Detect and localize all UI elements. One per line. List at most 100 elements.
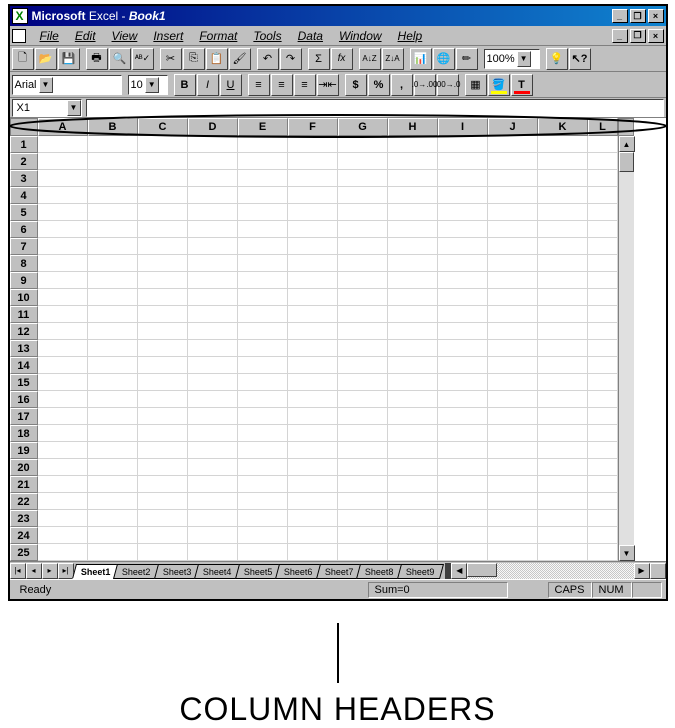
sheet-tab-sheet7[interactable]: Sheet7 [316,564,363,579]
cell-G6[interactable] [338,221,388,238]
cell-J20[interactable] [488,459,538,476]
cell-L17[interactable] [588,408,618,425]
scroll-down-button[interactable]: ▼ [619,545,635,561]
cell-B20[interactable] [88,459,138,476]
formula-bar[interactable] [86,99,664,117]
cell-G12[interactable] [338,323,388,340]
font-size-combo[interactable]: 10 ▼ [128,75,168,95]
cell-J9[interactable] [488,272,538,289]
cell-E8[interactable] [238,255,288,272]
row-header-19[interactable]: 19 [10,442,38,459]
preview-icon[interactable]: 🔍 [109,48,131,70]
cell-A15[interactable] [38,374,88,391]
chevron-down-icon[interactable]: ▼ [67,100,81,116]
cell-H2[interactable] [388,153,438,170]
cell-I13[interactable] [438,340,488,357]
cell-J12[interactable] [488,323,538,340]
cell-L23[interactable] [588,510,618,527]
cell-B12[interactable] [88,323,138,340]
tab-next-button[interactable]: ▸ [42,563,58,579]
cell-K4[interactable] [538,187,588,204]
sheet-tab-sheet3[interactable]: Sheet3 [154,564,201,579]
cell-B25[interactable] [88,544,138,561]
cell-D22[interactable] [188,493,238,510]
cell-I8[interactable] [438,255,488,272]
cell-A23[interactable] [38,510,88,527]
cell-grid[interactable] [38,136,618,561]
cell-I24[interactable] [438,527,488,544]
cell-I2[interactable] [438,153,488,170]
cell-B24[interactable] [88,527,138,544]
cell-C25[interactable] [138,544,188,561]
align-right-button[interactable]: ≡ [294,74,316,96]
cell-D2[interactable] [188,153,238,170]
cell-I7[interactable] [438,238,488,255]
cell-F23[interactable] [288,510,338,527]
cell-I14[interactable] [438,357,488,374]
cell-J17[interactable] [488,408,538,425]
cell-L3[interactable] [588,170,618,187]
cell-L16[interactable] [588,391,618,408]
row-header-7[interactable]: 7 [10,238,38,255]
spelling-icon[interactable]: ᴬᴮ✓ [132,48,154,70]
cell-H7[interactable] [388,238,438,255]
cell-E4[interactable] [238,187,288,204]
row-header-14[interactable]: 14 [10,357,38,374]
cell-H16[interactable] [388,391,438,408]
cell-C14[interactable] [138,357,188,374]
cell-I10[interactable] [438,289,488,306]
cell-I15[interactable] [438,374,488,391]
cell-I6[interactable] [438,221,488,238]
cell-L5[interactable] [588,204,618,221]
row-header-24[interactable]: 24 [10,527,38,544]
tab-last-button[interactable]: ▸| [58,563,74,579]
cell-C1[interactable] [138,136,188,153]
minimize-button[interactable]: _ [612,9,628,23]
cell-L6[interactable] [588,221,618,238]
cell-J2[interactable] [488,153,538,170]
row-header-12[interactable]: 12 [10,323,38,340]
cell-H19[interactable] [388,442,438,459]
cell-B1[interactable] [88,136,138,153]
cell-K22[interactable] [538,493,588,510]
row-header-4[interactable]: 4 [10,187,38,204]
cell-L12[interactable] [588,323,618,340]
cell-G8[interactable] [338,255,388,272]
cell-F15[interactable] [288,374,338,391]
cell-B18[interactable] [88,425,138,442]
cell-K1[interactable] [538,136,588,153]
tab-first-button[interactable]: |◂ [10,563,26,579]
cell-G9[interactable] [338,272,388,289]
bold-button[interactable]: B [174,74,196,96]
cell-E16[interactable] [238,391,288,408]
cell-G2[interactable] [338,153,388,170]
cell-D24[interactable] [188,527,238,544]
cell-C21[interactable] [138,476,188,493]
cell-J5[interactable] [488,204,538,221]
cell-A5[interactable] [38,204,88,221]
cell-H23[interactable] [388,510,438,527]
cell-H22[interactable] [388,493,438,510]
cell-E6[interactable] [238,221,288,238]
menu-edit[interactable]: Edit [67,27,104,45]
cell-C16[interactable] [138,391,188,408]
cell-G11[interactable] [338,306,388,323]
row-header-15[interactable]: 15 [10,374,38,391]
redo-icon[interactable]: ↷ [280,48,302,70]
menu-data[interactable]: Data [290,27,331,45]
cell-L11[interactable] [588,306,618,323]
cell-J21[interactable] [488,476,538,493]
cell-D25[interactable] [188,544,238,561]
cell-F9[interactable] [288,272,338,289]
cell-E19[interactable] [238,442,288,459]
cell-F4[interactable] [288,187,338,204]
row-header-6[interactable]: 6 [10,221,38,238]
cell-D8[interactable] [188,255,238,272]
cell-D17[interactable] [188,408,238,425]
cell-B17[interactable] [88,408,138,425]
cell-K3[interactable] [538,170,588,187]
column-header-J[interactable]: J [488,118,538,136]
cell-C6[interactable] [138,221,188,238]
menu-window[interactable]: Window [331,27,390,45]
chevron-down-icon[interactable]: ▼ [39,77,53,93]
